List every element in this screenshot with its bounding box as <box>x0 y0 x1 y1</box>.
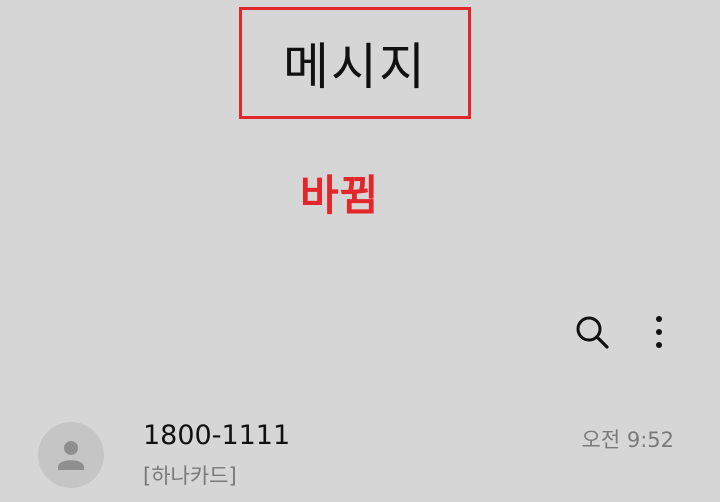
search-icon <box>576 316 609 349</box>
page-title: 메시지 <box>283 38 427 96</box>
changed-annotation: 바뀜 <box>300 171 380 220</box>
conversation-time: 오전 9:52 <box>581 428 674 452</box>
conversation-preview: [하나카드] <box>143 464 237 488</box>
more-vert-icon <box>656 316 662 348</box>
conversation-sender: 1800-1111 <box>143 420 291 451</box>
conversation-item[interactable]: 1800-1111 [하나카드] 오전 9:52 <box>0 410 720 502</box>
search-button[interactable] <box>572 312 612 352</box>
avatar[interactable] <box>38 422 104 488</box>
title-highlight-box: 메시지 <box>239 7 471 119</box>
person-icon <box>58 441 84 470</box>
more-options-button[interactable] <box>645 312 673 352</box>
